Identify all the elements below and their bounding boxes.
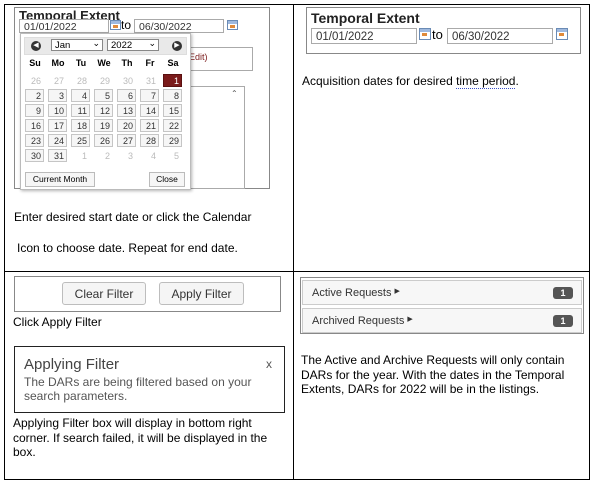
end-date-input-right[interactable]: 06/30/2022 xyxy=(447,28,553,44)
day-cell[interactable]: 12 xyxy=(94,104,113,117)
to-label-left: to xyxy=(121,18,132,32)
row-divider xyxy=(4,271,590,272)
day-cell[interactable]: 28 xyxy=(140,134,159,147)
toast-body: The DARs are being filtered based on you… xyxy=(24,375,252,403)
day-cell[interactable]: 2 xyxy=(25,89,44,102)
scroll-up-icon[interactable]: ⌃ xyxy=(231,86,238,101)
calendar-icon[interactable] xyxy=(110,20,121,30)
day-cell-other-month: 28 xyxy=(76,76,87,86)
next-month-icon[interactable]: ▶ xyxy=(172,41,182,51)
temporal-extent-title-right: Temporal Extent xyxy=(311,10,420,26)
prev-month-icon[interactable]: ◀ xyxy=(31,41,41,51)
toast-description: Applying Filter box will display in bott… xyxy=(13,416,268,459)
caret-right-icon: ▶ xyxy=(394,288,400,295)
toast-title: Applying Filter xyxy=(24,356,120,373)
day-cell[interactable]: 6 xyxy=(117,89,136,102)
active-requests-label: Active Requests ▶ xyxy=(312,287,400,299)
requests-description: The Active and Archive Requests will onl… xyxy=(301,353,565,396)
current-month-button[interactable]: Current Month xyxy=(25,172,95,187)
datepicker-popup: ◀ Jan 2022 ▶ SuMoTuWeThFrSa 262728293031… xyxy=(20,33,191,190)
obscured-list-box xyxy=(185,86,245,189)
to-label-right: to xyxy=(432,27,443,42)
apply-filter-caption: Click Apply Filter xyxy=(13,315,102,329)
day-cell[interactable]: 7 xyxy=(140,89,159,102)
weekday-header: Sa xyxy=(167,58,179,68)
day-cell[interactable]: 27 xyxy=(117,134,136,147)
instruction-line-1: Enter desired start date or click the Ca… xyxy=(14,210,252,224)
archived-requests-row[interactable]: Archived Requests ▶ 1 xyxy=(302,308,582,333)
day-cell-other-month: 3 xyxy=(127,151,133,161)
year-select[interactable]: 2022 xyxy=(107,37,159,51)
day-cell[interactable]: 22 xyxy=(163,119,182,132)
day-cell[interactable]: 30 xyxy=(25,149,44,162)
close-icon[interactable]: x xyxy=(266,357,272,371)
column-divider xyxy=(293,4,294,480)
active-requests-count: 1 xyxy=(553,287,573,299)
day-cell[interactable]: 10 xyxy=(48,104,67,117)
clear-filter-button[interactable]: Clear Filter xyxy=(62,282,146,305)
day-cell[interactable]: 31 xyxy=(48,149,67,162)
day-cell-other-month: 26 xyxy=(30,76,41,86)
day-cell-other-month: 4 xyxy=(150,151,156,161)
calendar-icon[interactable] xyxy=(419,28,431,40)
day-cell[interactable]: 5 xyxy=(94,89,113,102)
day-cell[interactable]: 29 xyxy=(163,134,182,147)
active-requests-row[interactable]: Active Requests ▶ 1 xyxy=(302,280,582,305)
instruction-line-2: Icon to choose date. Repeat for end date… xyxy=(17,241,238,255)
day-cell[interactable]: 11 xyxy=(71,104,90,117)
day-cell[interactable]: 13 xyxy=(117,104,136,117)
day-cell-other-month: 5 xyxy=(173,151,179,161)
day-cell-other-month: 29 xyxy=(99,76,110,86)
weekday-header: We xyxy=(97,58,111,68)
day-cell[interactable]: 3 xyxy=(48,89,67,102)
day-cell[interactable]: 14 xyxy=(140,104,159,117)
weekday-header: Su xyxy=(29,58,41,68)
day-cell[interactable]: 25 xyxy=(71,134,90,147)
day-cell[interactable]: 24 xyxy=(48,134,67,147)
acquisition-dates-text: Acquisition dates for desired time perio… xyxy=(302,74,519,89)
day-cell[interactable]: 17 xyxy=(48,119,67,132)
applying-filter-toast: Applying Filter x The DARs are being fil… xyxy=(14,346,285,413)
start-date-input-left[interactable]: 01/01/2022 xyxy=(19,19,109,33)
weekday-header: Fr xyxy=(145,58,155,68)
day-cell-other-month: 30 xyxy=(122,76,133,86)
day-cell[interactable]: 26 xyxy=(94,134,113,147)
day-cell[interactable]: 19 xyxy=(94,119,113,132)
day-cell[interactable]: 21 xyxy=(140,119,159,132)
day-cell[interactable]: 4 xyxy=(71,89,90,102)
day-cell[interactable]: 8 xyxy=(163,89,182,102)
datepicker-header: ◀ Jan 2022 ▶ xyxy=(24,37,187,55)
day-cell-other-month: 31 xyxy=(145,76,156,86)
day-cell[interactable]: 23 xyxy=(25,134,44,147)
calendar-icon[interactable] xyxy=(227,20,238,30)
calendar-icon[interactable] xyxy=(556,28,568,40)
start-date-input-right[interactable]: 01/01/2022 xyxy=(311,28,417,44)
weekday-header: Mo xyxy=(51,58,65,68)
month-select[interactable]: Jan xyxy=(51,37,103,51)
day-cell[interactable]: 16 xyxy=(25,119,44,132)
obscured-edit-text: Edit) xyxy=(189,52,208,62)
day-cell[interactable]: 15 xyxy=(163,104,182,117)
weekday-header: Tu xyxy=(75,58,87,68)
apply-filter-button[interactable]: Apply Filter xyxy=(159,282,244,305)
end-date-input-left[interactable]: 06/30/2022 xyxy=(134,19,224,33)
close-button[interactable]: Close xyxy=(149,172,185,187)
weekday-header: Th xyxy=(121,58,133,68)
archived-requests-count: 1 xyxy=(553,315,573,327)
day-cell[interactable]: 20 xyxy=(117,119,136,132)
day-cell-other-month: 2 xyxy=(104,151,110,161)
day-cell[interactable]: 9 xyxy=(25,104,44,117)
day-cell[interactable]: 1 xyxy=(163,74,182,87)
archived-requests-label: Archived Requests ▶ xyxy=(312,315,413,327)
day-cell[interactable]: 18 xyxy=(71,119,90,132)
day-cell-other-month: 27 xyxy=(53,76,64,86)
day-cell-other-month: 1 xyxy=(81,151,87,161)
caret-right-icon: ▶ xyxy=(407,316,413,323)
